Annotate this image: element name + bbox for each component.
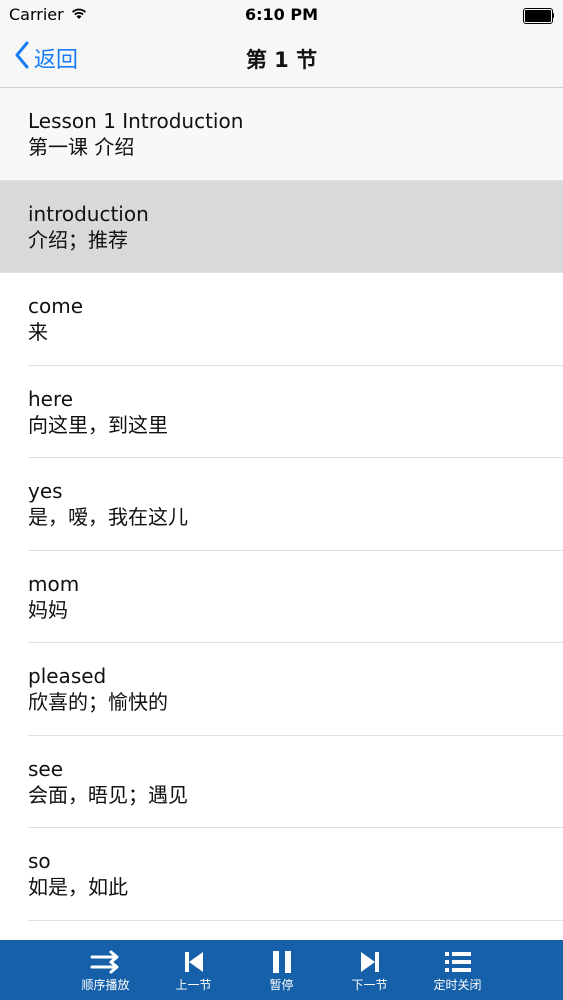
previous-icon [177, 948, 211, 976]
player-toolbar: 顺序播放 上一节 暂停 下一节 定时关闭 [0, 940, 563, 1000]
english-text: here [28, 386, 74, 411]
chinese-text: 向这里，到这里 [28, 412, 168, 437]
chinese-text: 妈妈 [28, 597, 68, 622]
english-text: come [28, 294, 84, 318]
previous-button[interactable]: 上一节 [150, 940, 238, 1000]
timer-close-button[interactable]: 定时关闭 [414, 940, 502, 1000]
chinese-text: 欣喜的；愉快的 [28, 690, 168, 714]
chinese-text: 第一课 介绍 [28, 135, 135, 159]
word-list: Lesson 1 Introduction 第一课 介绍 introductio… [0, 88, 563, 940]
list-item[interactable]: come 来 [0, 273, 563, 366]
lesson-header-row[interactable]: Lesson 1 Introduction 第一课 介绍 [0, 88, 563, 181]
chinese-text: 是，嗳，我在这儿 [28, 505, 188, 529]
list-item[interactable]: yes 是，嗳，我在这儿 [0, 458, 563, 551]
battery-icon [523, 8, 554, 24]
status-time: 6:10 PM [244, 5, 318, 24]
next-label: 下一节 [351, 978, 388, 992]
previous-label: 上一节 [175, 978, 212, 992]
english-text: see [28, 756, 64, 781]
timer-close-label: 定时关闭 [433, 978, 482, 992]
english-text: Lesson 1 Introduction [28, 109, 244, 133]
english-text: so [28, 849, 51, 873]
pause-button[interactable]: 暂停 [238, 940, 326, 1000]
sequence-play-icon [89, 948, 123, 976]
list-item[interactable]: so 如是，如此 [0, 828, 563, 921]
navigation-bar: 返回 第 1 节 [0, 30, 563, 88]
pause-label: 暂停 [269, 978, 294, 992]
sequence-play-label: 顺序播放 [81, 978, 130, 992]
english-text: introduction [28, 201, 149, 226]
next-button[interactable]: 下一节 [326, 940, 414, 1000]
chinese-text: 会面，晤见；遇见 [28, 782, 188, 807]
list-item-selected[interactable]: introduction 介绍；推荐 [0, 180, 563, 273]
sequence-play-button[interactable]: 顺序播放 [62, 940, 150, 1000]
list-item[interactable]: see 会面，晤见；遇见 [0, 735, 563, 828]
list-item[interactable]: pleased 欣喜的；愉快的 [0, 643, 563, 736]
english-text: yes [28, 479, 63, 503]
chinese-text: 介绍；推荐 [28, 227, 128, 252]
status-bar: Carrier 6:10 PM [0, 0, 563, 30]
english-text: pleased [28, 664, 107, 688]
chinese-text: 如是，如此 [28, 875, 128, 899]
page-title: 第 1 节 [245, 48, 318, 72]
list-item[interactable]: here 向这里，到这里 [0, 365, 563, 458]
timer-list-icon [441, 948, 475, 976]
english-text: mom [28, 571, 80, 596]
app-screen: Carrier 6:10 PM 返回 第 1 节 Lesson 1 Introd… [0, 0, 563, 1000]
pause-icon [265, 948, 299, 976]
next-icon [353, 948, 387, 976]
list-item[interactable]: mom 妈妈 [0, 550, 563, 643]
chinese-text: 来 [28, 320, 48, 344]
